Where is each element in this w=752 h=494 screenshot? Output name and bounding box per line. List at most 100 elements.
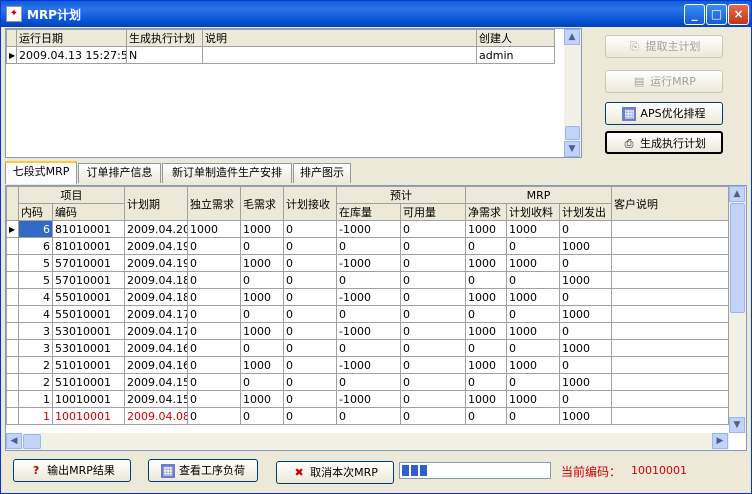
cell-on-hand[interactable]: 0 [336, 373, 401, 391]
cell-customer-note[interactable] [611, 288, 729, 306]
cell-gross-demand[interactable]: 0 [240, 339, 284, 357]
cell-net-demand[interactable]: 0 [465, 407, 507, 425]
cell-plan-period[interactable]: 2009.04.18 [124, 271, 188, 289]
cell-net-demand[interactable]: 1000 [465, 356, 507, 374]
cell-on-hand[interactable]: -1000 [336, 390, 401, 408]
cell-plan-period[interactable]: 2009.04.19 [124, 254, 188, 272]
cell-independent-demand[interactable]: 0 [187, 271, 241, 289]
table-row[interactable]: 3 53010001 2009.04.17 0 1000 0 -1000 0 1000 1000 0 [6, 322, 729, 340]
cell-plan-period[interactable]: 2009.04.15 [124, 390, 188, 408]
close-button[interactable]: × [728, 4, 749, 25]
scroll-down-icon[interactable]: ▼ [564, 141, 580, 157]
cell-description[interactable] [202, 46, 477, 64]
cell-internal-code[interactable]: 5 [18, 271, 53, 289]
cell-available[interactable]: 0 [400, 373, 466, 391]
cell-customer-note[interactable] [611, 407, 729, 425]
cell-planned-receipt-order[interactable]: 1000 [506, 288, 560, 306]
cell-code[interactable]: 53010001 [52, 322, 125, 340]
export-mrp-button[interactable]: ? 输出MRP结果 [13, 459, 131, 482]
cell-internal-code[interactable]: 1 [18, 390, 53, 408]
cell-code[interactable]: 55010001 [52, 288, 125, 306]
row-indicator[interactable] [6, 390, 19, 408]
cell-independent-demand[interactable]: 0 [187, 254, 241, 272]
cell-independent-demand[interactable]: 0 [187, 407, 241, 425]
cell-gross-demand[interactable]: 1000 [240, 254, 284, 272]
cell-planned-release[interactable]: 0 [559, 220, 612, 238]
row-indicator[interactable] [6, 288, 19, 306]
cell-planned-receipt[interactable]: 0 [283, 237, 337, 255]
cell-planned-release[interactable]: 0 [559, 254, 612, 272]
cell-available[interactable]: 0 [400, 339, 466, 357]
cell-code[interactable]: 55010001 [52, 305, 125, 323]
cell-available[interactable]: 0 [400, 254, 466, 272]
cell-on-hand[interactable]: -1000 [336, 254, 401, 272]
cell-planned-receipt[interactable]: 0 [283, 305, 337, 323]
cell-available[interactable]: 0 [400, 390, 466, 408]
cell-planned-release[interactable]: 0 [559, 288, 612, 306]
table-row[interactable]: 4 55010001 2009.04.17 0 0 0 0 0 0 0 1000 [6, 305, 729, 323]
cell-planned-receipt-order[interactable]: 1000 [506, 322, 560, 340]
table-row[interactable]: 4 55010001 2009.04.18 0 1000 0 -1000 0 1000 1000 0 [6, 288, 729, 306]
cell-net-demand[interactable]: 1000 [465, 220, 507, 238]
table-row[interactable]: 1 10010001 2009.04.15 0 1000 0 -1000 0 1000 1000 0 [6, 390, 729, 408]
cell-planned-receipt[interactable]: 0 [283, 288, 337, 306]
row-indicator[interactable] [6, 373, 19, 391]
cell-independent-demand[interactable]: 0 [187, 288, 241, 306]
cell-independent-demand[interactable]: 0 [187, 237, 241, 255]
cell-code[interactable]: 57010001 [52, 271, 125, 289]
cell-planned-receipt-order[interactable]: 1000 [506, 356, 560, 374]
cell-run-date[interactable]: 2009.04.13 15:27:50 [16, 46, 127, 64]
cell-customer-note[interactable] [611, 322, 729, 340]
top-grid-vscroll[interactable]: ▲ ▼ [564, 29, 581, 157]
cell-code[interactable]: 10010001 [52, 390, 125, 408]
cell-plan-period[interactable]: 2009.04.20 [124, 220, 188, 238]
cell-planned-receipt[interactable]: 0 [283, 271, 337, 289]
cell-planned-release[interactable]: 1000 [559, 271, 612, 289]
row-indicator[interactable] [6, 407, 19, 425]
cell-planned-receipt-order[interactable]: 0 [506, 237, 560, 255]
row-indicator[interactable] [6, 305, 19, 323]
cell-independent-demand[interactable]: 1000 [187, 220, 241, 238]
table-row[interactable]: 6 81010001 2009.04.19 0 0 0 0 0 0 0 1000 [6, 237, 729, 255]
cell-code[interactable]: 81010001 [52, 237, 125, 255]
cell-customer-note[interactable] [611, 356, 729, 374]
hscroll-thumb[interactable] [23, 434, 41, 449]
row-indicator[interactable] [6, 339, 19, 357]
row-indicator[interactable] [6, 356, 19, 374]
tab-order-scheduling[interactable]: 订单排产信息 [78, 163, 161, 183]
cell-plan-period[interactable]: 2009.04.16 [124, 356, 188, 374]
row-pointer-icon[interactable]: ▶ [6, 220, 19, 238]
cell-planned-release[interactable]: 1000 [559, 305, 612, 323]
cell-on-hand[interactable]: 0 [336, 305, 401, 323]
table-row[interactable]: ▶ 6 81010001 2009.04.20 1000 1000 0 -1000 0 1000 1… [6, 220, 729, 238]
cell-gross-demand[interactable]: 0 [240, 407, 284, 425]
main-grid-hscroll[interactable]: ◀ ▶ [6, 433, 729, 450]
mrp-run-grid[interactable]: 运行日期 生成执行计划 说明 创建人 ▶ 2009.04.13 15:27:50… [5, 28, 582, 158]
cell-net-demand[interactable]: 0 [465, 305, 507, 323]
cell-internal-code[interactable]: 2 [18, 356, 53, 374]
cell-plan-period[interactable]: 2009.04.08 [124, 407, 188, 425]
cell-code[interactable]: 57010001 [52, 254, 125, 272]
cell-net-demand[interactable]: 0 [465, 271, 507, 289]
title-bar[interactable]: ✦ MRP计划 _ □ × [1, 1, 751, 27]
cell-planned-receipt-order[interactable]: 0 [506, 373, 560, 391]
cell-internal-code[interactable]: 2 [18, 373, 53, 391]
cell-available[interactable]: 0 [400, 305, 466, 323]
cell-internal-code[interactable]: 1 [18, 407, 53, 425]
cell-net-demand[interactable]: 0 [465, 237, 507, 255]
cell-on-hand[interactable]: 0 [336, 271, 401, 289]
cell-net-demand[interactable]: 1000 [465, 322, 507, 340]
cell-planned-receipt[interactable]: 0 [283, 407, 337, 425]
cell-net-demand[interactable]: 1000 [465, 390, 507, 408]
cell-customer-note[interactable] [611, 373, 729, 391]
cell-gross-demand[interactable]: 0 [240, 271, 284, 289]
tab-schedule-chart[interactable]: 排产图示 [293, 163, 351, 183]
cell-available[interactable]: 0 [400, 220, 466, 238]
cell-planned-release[interactable]: 1000 [559, 407, 612, 425]
maximize-button[interactable]: □ [706, 4, 727, 25]
cell-code[interactable]: 51010001 [52, 356, 125, 374]
cell-gross-demand[interactable]: 0 [240, 305, 284, 323]
run-mrp-button[interactable]: ▤ 运行MRP [605, 70, 723, 93]
cancel-mrp-button[interactable]: ✖ 取消本次MRP [276, 461, 394, 484]
cell-plan-period[interactable]: 2009.04.15 [124, 373, 188, 391]
